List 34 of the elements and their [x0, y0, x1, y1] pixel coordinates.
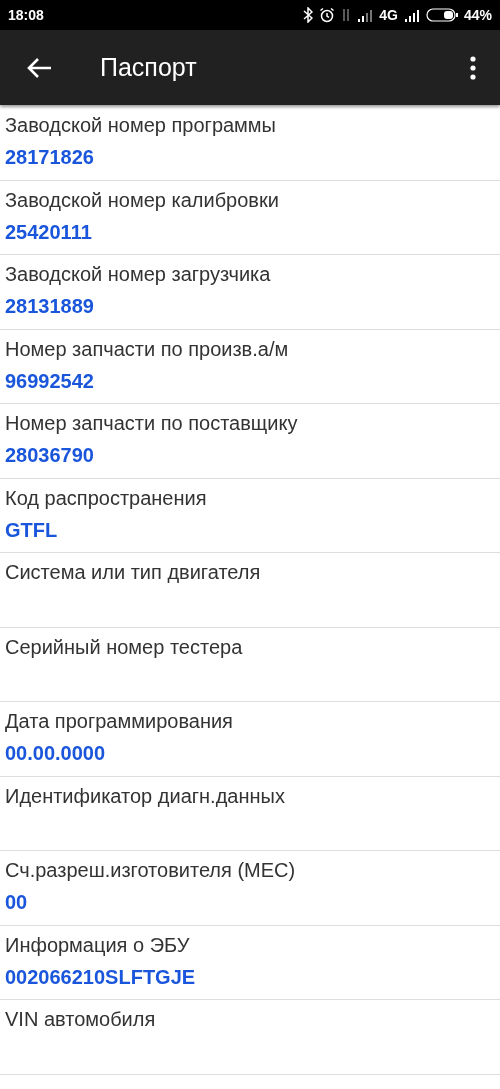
field-label: Заводской номер программы [5, 114, 277, 136]
field-label: Заводской номер загрузчика [5, 263, 272, 285]
signal-icon [357, 8, 374, 22]
battery-percent: 44% [463, 7, 492, 23]
field-label: Номер запчасти по произв.а/м [5, 337, 290, 360]
field-value: 00.00.0000 [5, 742, 107, 764]
field-label: Система или тип двигателя [5, 561, 262, 583]
data-arrows-icon [341, 7, 352, 23]
back-arrow-icon[interactable] [26, 56, 52, 79]
field-value: 28131889 [5, 295, 95, 317]
field-label: Информация о ЭБУ [5, 933, 191, 956]
battery-icon [425, 8, 458, 22]
network-type: 4G [379, 7, 398, 23]
field-label: VIN автомобиля [5, 1008, 157, 1030]
clock: 18:08 [8, 7, 44, 23]
alarm-icon [319, 7, 336, 23]
field-value: 28036790 [5, 444, 95, 466]
field-value: 00 [5, 891, 29, 913]
bluetooth-icon [303, 7, 314, 23]
field-label: Номер запчасти по поставщику [5, 412, 299, 434]
field-label: Код распространения [5, 486, 208, 509]
field-label: Серийный номер тестера [5, 635, 244, 658]
field-value: GTFL [5, 518, 59, 541]
field-label: Дата программирования [5, 710, 234, 732]
signal-icon [403, 8, 420, 22]
more-options-icon[interactable] [470, 55, 476, 80]
field-value: 96992542 [5, 369, 95, 392]
screen-title: Паспорт [100, 53, 198, 82]
field-value: 25420111 [5, 220, 93, 243]
field-value: 002066210SLFTGJE [5, 965, 197, 988]
field-label: Идентификатор диагн.данных [5, 784, 286, 807]
field-label: Заводской номер калибровки [5, 188, 280, 211]
field-value: 28171826 [5, 146, 95, 168]
field-label: Сч.разреш.изготовителя (MEC) [5, 859, 297, 881]
